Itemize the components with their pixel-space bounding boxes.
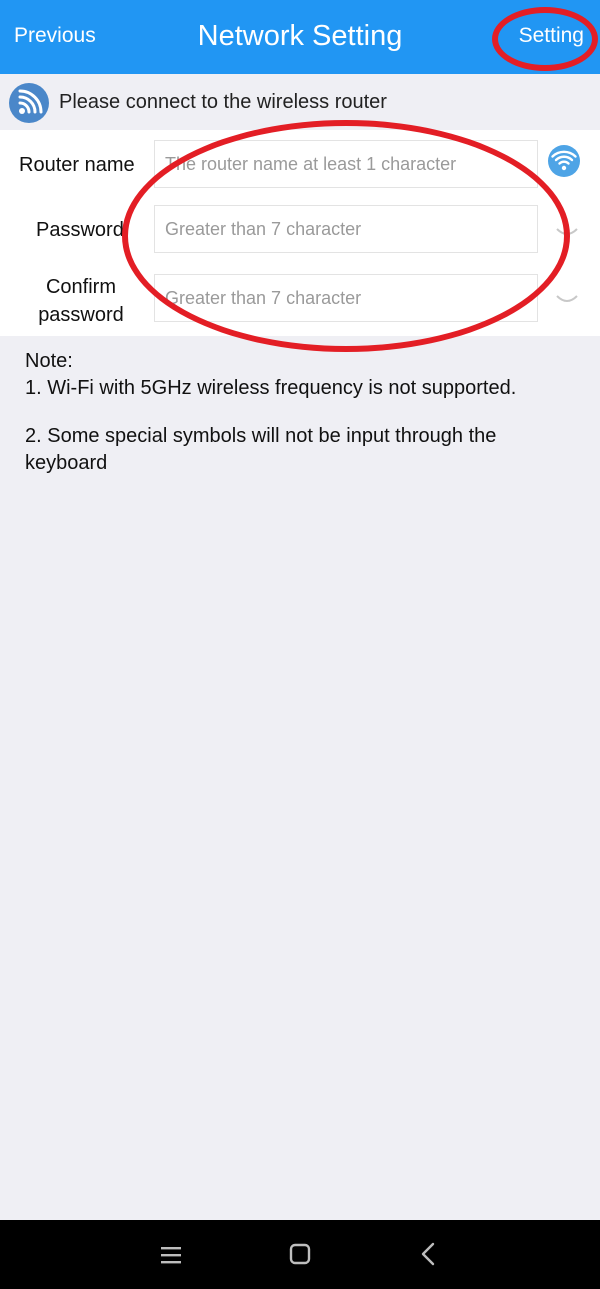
note-item-2-line-1: 2. Some special symbols will not be inpu… (25, 425, 497, 447)
back-icon[interactable] (420, 1242, 436, 1271)
header-bar: Previous Network Setting Setting (0, 0, 600, 74)
note-heading: Note: (25, 350, 73, 372)
recent-apps-icon[interactable] (160, 1245, 182, 1270)
router-name-input[interactable] (154, 140, 538, 188)
connect-hint: Please connect to the wireless router (0, 74, 600, 130)
router-name-label: Router name (19, 154, 135, 176)
network-setting-screen: Previous Network Setting Setting Please … (0, 0, 600, 1289)
confirm-password-label-line2: password (38, 304, 124, 326)
wifi-signal-icon (9, 83, 49, 123)
confirm-password-label: Confirm password (36, 273, 126, 329)
password-input[interactable] (154, 205, 538, 253)
password-visibility-icon[interactable] (556, 226, 578, 238)
system-navigation-bar (0, 1220, 600, 1289)
confirm-password-input[interactable] (154, 274, 538, 322)
confirm-password-label-line1: Confirm (45, 276, 116, 298)
connect-hint-text: Please connect to the wireless router (59, 91, 387, 113)
network-form: Router name Password Confirm password (0, 130, 600, 336)
note-item-1: 1. Wi-Fi with 5GHz wireless frequency is… (25, 377, 517, 399)
note-item-2-line-2: keyboard (25, 452, 108, 474)
wifi-scan-icon[interactable] (548, 145, 580, 177)
setting-button[interactable]: Setting (519, 24, 584, 48)
page-title: Network Setting (197, 20, 403, 52)
home-icon[interactable] (289, 1243, 311, 1270)
password-label: Password (36, 219, 124, 241)
confirm-password-visibility-icon[interactable] (556, 293, 578, 305)
